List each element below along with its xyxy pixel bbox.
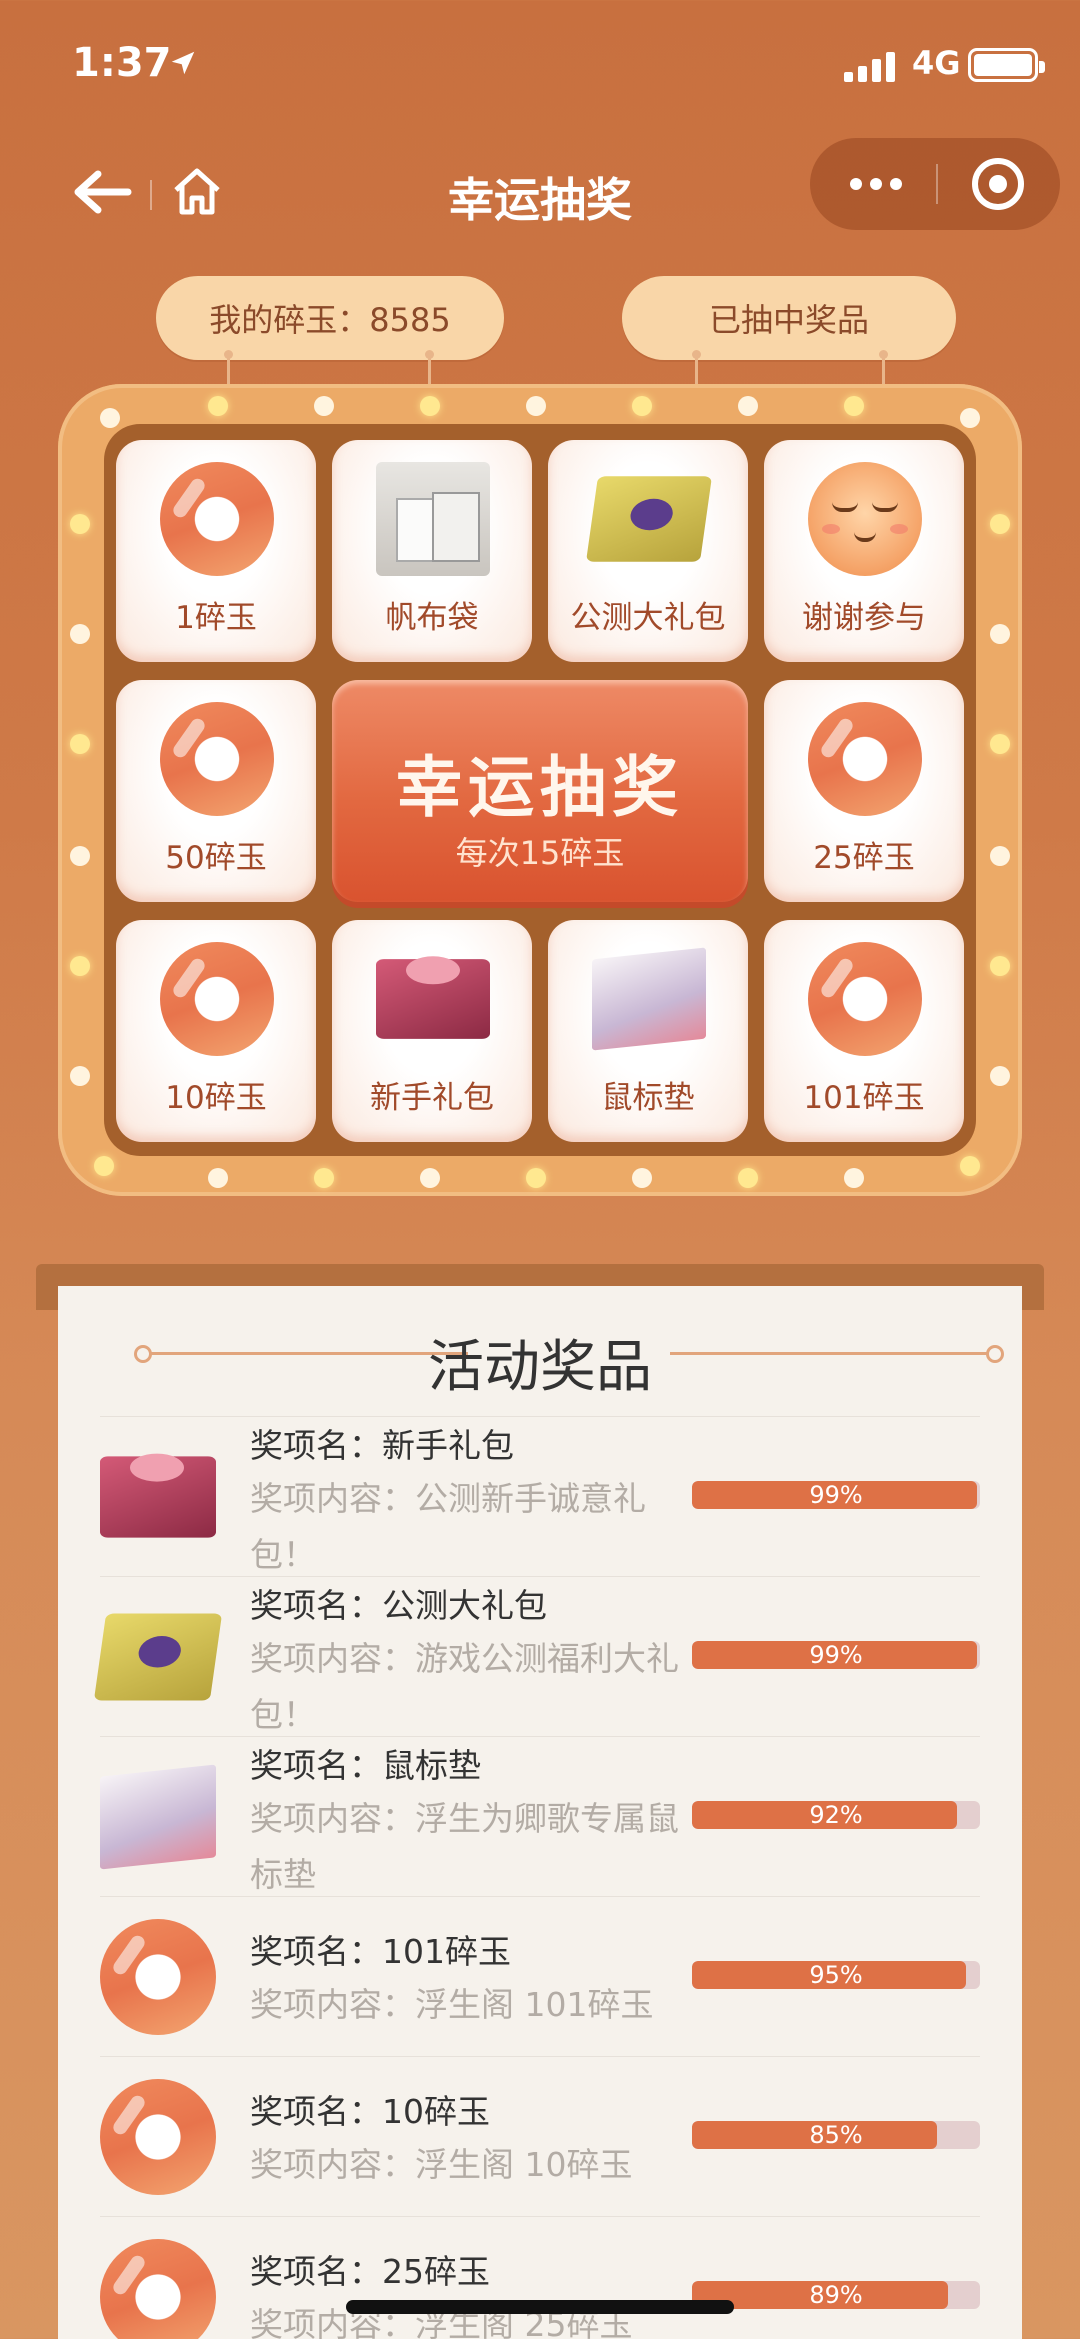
canvas-bag-icon [376, 462, 490, 576]
prize-row: 奖项名：新手礼包 奖项内容：公测新手诚意礼包！ 99% [100, 1416, 980, 1576]
prize-desc: 奖项内容：浮生为卿歌专属鼠标垫 [250, 1799, 679, 1894]
jade-icon [100, 2239, 216, 2339]
jade-icon [100, 2079, 216, 2195]
prize-cell-label: 1碎玉 [175, 600, 257, 636]
smiley-face-icon [808, 462, 922, 576]
jade-icon [808, 942, 922, 1056]
prize-row: 奖项名：公测大礼包 奖项内容：游戏公测福利大礼包！ 99% [93, 1576, 980, 1736]
prize-progress-bar: 99% [692, 1481, 980, 1509]
prize-progress-bar: 95% [692, 1961, 980, 1989]
prize-cell-label: 50碎玉 [165, 840, 267, 876]
prize-name: 奖项名：10碎玉 [250, 2092, 490, 2131]
prize-cell-5: 50碎玉 [116, 680, 316, 902]
jade-icon [160, 942, 274, 1056]
prize-row: 奖项名：101碎玉 奖项内容：浮生阁 101碎玉 95% [100, 1896, 980, 2056]
prize-cell-label: 10碎玉 [165, 1080, 267, 1116]
prize-cell-3: 公测大礼包 [548, 440, 748, 662]
prize-name: 奖项名：25碎玉 [250, 2252, 490, 2291]
prize-name: 奖项名：鼠标垫 [250, 1746, 481, 1785]
status-bar: 1:37 4G [0, 0, 1080, 130]
location-arrow-icon [171, 51, 195, 75]
prize-cell-label: 帆布袋 [385, 600, 479, 636]
prize-cell-label: 鼠标垫 [601, 1080, 695, 1116]
prize-cell-8: 新手礼包 [332, 920, 532, 1142]
mini-program-capsule [810, 138, 1060, 230]
prize-progress-bar: 99% [692, 1641, 980, 1669]
draw-button-title: 幸运抽奖 [396, 749, 684, 826]
prize-cell-4: 谢谢参与 [764, 440, 964, 662]
prize-cell-label: 谢谢参与 [802, 600, 926, 636]
signal-icon [844, 48, 900, 82]
home-indicator [346, 2300, 734, 2314]
prize-name: 奖项名：101碎玉 [250, 1932, 511, 1971]
prize-cell-label: 101碎玉 [803, 1080, 925, 1116]
prize-desc: 奖项内容：公测新手诚意礼包！ [250, 1479, 646, 1574]
close-target-icon[interactable] [972, 158, 1024, 210]
prize-progress-bar: 92% [692, 1801, 980, 1829]
prize-desc: 奖项内容：游戏公测福利大礼包！ [250, 1639, 679, 1734]
title-decoration [670, 1345, 1004, 1363]
status-time: 1:37 [72, 40, 172, 86]
my-jade-count: 我的碎玉：8585 [156, 276, 504, 360]
prize-name: 奖项名：公测大礼包 [250, 1586, 547, 1625]
gift-box-icon [585, 476, 713, 562]
prize-cell-10: 101碎玉 [764, 920, 964, 1142]
activity-prizes-panel: 活动奖品 奖项名：新手礼包 奖项内容：公测新手诚意礼包！ 99% 奖项名：公测大… [58, 1286, 1022, 2339]
prize-cell-label: 25碎玉 [813, 840, 915, 876]
prize-progress-bar: 85% [692, 2121, 980, 2149]
prize-cell-2: 帆布袋 [332, 440, 532, 662]
jade-icon [808, 702, 922, 816]
jade-icon [100, 1919, 216, 2035]
lucky-draw-button[interactable]: 幸运抽奖 每次15碎玉 [332, 680, 748, 902]
won-prizes-button[interactable]: 已抽中奖品 [622, 276, 956, 360]
prize-name: 奖项名：新手礼包 [250, 1426, 514, 1465]
mouse-pad-icon [592, 947, 706, 1051]
prize-cell-9: 鼠标垫 [548, 920, 748, 1142]
battery-icon [968, 48, 1045, 82]
prize-desc: 奖项内容：浮生阁 101碎玉 [250, 1985, 654, 2024]
mouse-pad-icon [100, 1764, 216, 1870]
prize-cell-label: 新手礼包 [370, 1080, 494, 1116]
gift-box-icon [93, 1613, 223, 1701]
prize-row: 奖项名：25碎玉 奖项内容：浮生阁 25碎玉 89% [100, 2216, 980, 2339]
prizes-title: 活动奖品 [428, 1335, 652, 1400]
network-type: 4G [912, 44, 961, 82]
gift-box-icon [376, 956, 490, 1039]
jade-icon [160, 702, 274, 816]
more-options-icon[interactable] [850, 178, 902, 190]
prize-cell-1: 1碎玉 [116, 440, 316, 662]
prize-row: 奖项名：10碎玉 奖项内容：浮生阁 10碎玉 85% [100, 2056, 980, 2216]
prize-cell-7: 10碎玉 [116, 920, 316, 1142]
prize-cell-6: 25碎玉 [764, 680, 964, 902]
jade-icon [160, 462, 274, 576]
prize-cell-label: 公测大礼包 [570, 600, 726, 636]
gift-box-icon [100, 1453, 216, 1538]
prize-row: 奖项名：鼠标垫 奖项内容：浮生为卿歌专属鼠标垫 92% [100, 1736, 980, 1896]
draw-button-cost: 每次15碎玉 [455, 834, 625, 872]
prize-desc: 奖项内容：浮生阁 10碎玉 [250, 2145, 633, 2184]
prize-progress-bar: 89% [692, 2281, 980, 2309]
